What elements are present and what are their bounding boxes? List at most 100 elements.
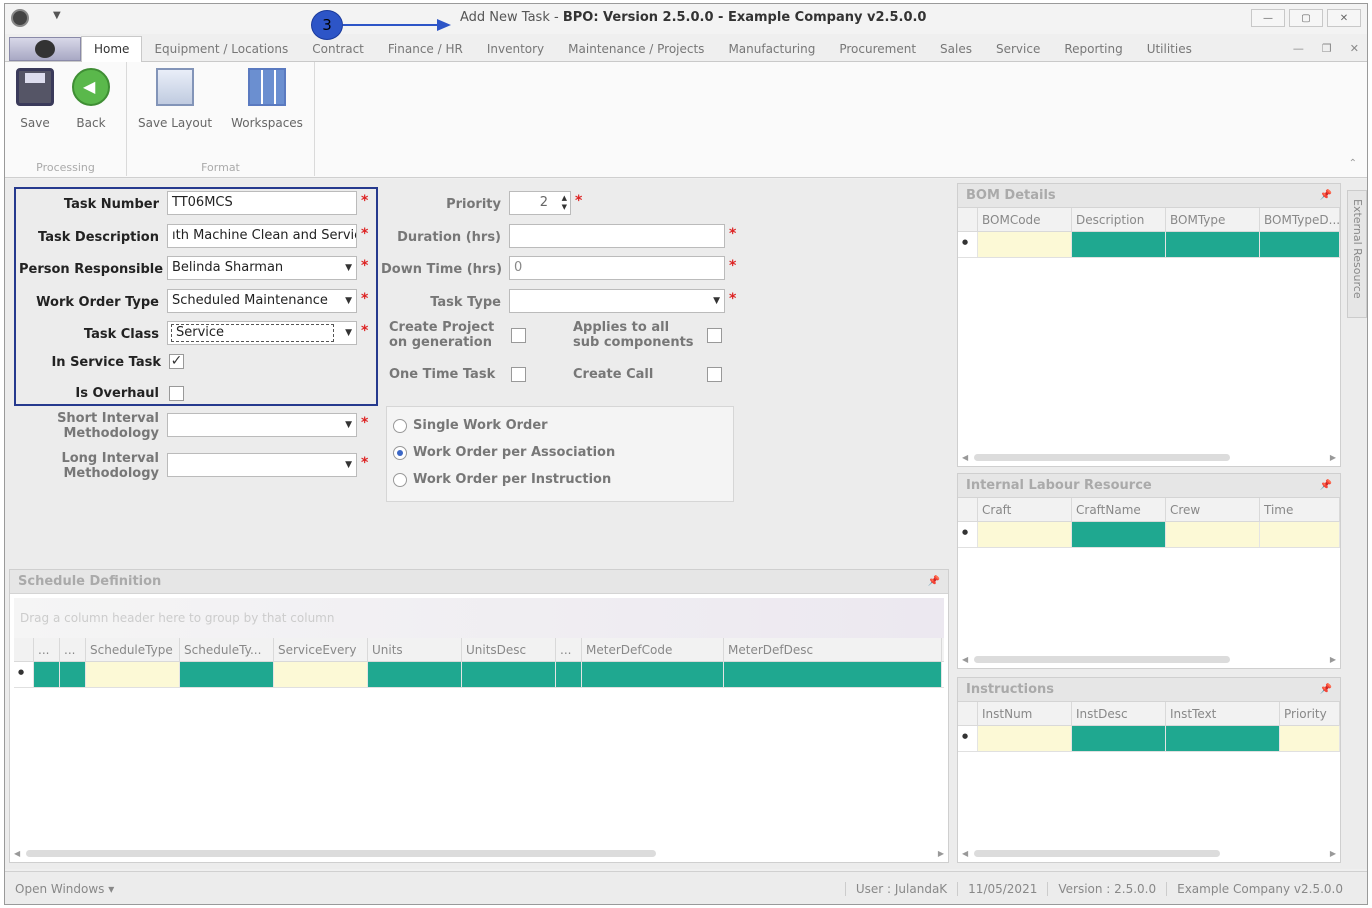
pin-icon[interactable]: 📌: [928, 570, 940, 594]
column-header[interactable]: BOMTypeD...: [1260, 208, 1340, 231]
scroll-thumb[interactable]: [26, 849, 657, 857]
column-header[interactable]: Crew: [1166, 498, 1260, 521]
spinner-arrows-icon[interactable]: ▲ ▼: [562, 194, 567, 212]
radio-work-order-per-association[interactable]: Work Order per Association: [393, 445, 615, 460]
instructions-grid-header: InstNum InstDesc InstText Priority: [958, 702, 1340, 726]
long-interval-select[interactable]: [167, 453, 357, 477]
scroll-left-icon[interactable]: ◀: [14, 849, 20, 858]
scroll-thumb[interactable]: [974, 453, 1231, 461]
priority-spinner[interactable]: 2 ▲ ▼: [509, 191, 571, 215]
application-menu-button[interactable]: [9, 37, 81, 61]
person-responsible-select[interactable]: Belinda Sharman: [167, 256, 357, 280]
duration-input[interactable]: [509, 224, 725, 248]
tab-finance-hr[interactable]: Finance / HR: [376, 37, 475, 61]
column-header[interactable]: InstNum: [978, 702, 1072, 725]
down-time-input[interactable]: 0: [509, 256, 725, 280]
pin-icon[interactable]: 📌: [1320, 184, 1332, 208]
horizontal-scrollbar[interactable]: ◀ ▶: [962, 847, 1336, 859]
scroll-left-icon[interactable]: ◀: [962, 453, 968, 462]
tab-sales[interactable]: Sales: [928, 37, 984, 61]
scroll-thumb[interactable]: [974, 655, 1231, 663]
save-button[interactable]: Save: [13, 68, 57, 130]
scroll-right-icon[interactable]: ▶: [938, 849, 944, 858]
radio-button[interactable]: [393, 445, 407, 460]
task-type-select[interactable]: [509, 289, 725, 313]
is-overhaul-checkbox[interactable]: [169, 386, 184, 401]
radio-button[interactable]: [393, 418, 407, 433]
horizontal-scrollbar[interactable]: ◀ ▶: [962, 653, 1336, 665]
work-order-type-select[interactable]: Scheduled Maintenance: [167, 289, 357, 313]
open-windows-button[interactable]: Open Windows ▾: [15, 882, 114, 896]
column-header[interactable]: Time: [1260, 498, 1340, 521]
pin-icon[interactable]: 📌: [1320, 474, 1332, 498]
column-header[interactable]: Priority: [1280, 702, 1340, 725]
column-header[interactable]: MeterDefCode: [582, 638, 724, 661]
task-class-select[interactable]: Service: [167, 321, 357, 345]
tab-home[interactable]: Home: [81, 36, 143, 62]
save-layout-button[interactable]: Save Layout: [135, 68, 215, 130]
tab-service[interactable]: Service: [984, 37, 1052, 61]
column-header[interactable]: BOMType: [1166, 208, 1260, 231]
back-button[interactable]: Back: [69, 68, 113, 130]
scroll-right-icon[interactable]: ▶: [1330, 849, 1336, 858]
radio-single-work-order[interactable]: Single Work Order: [393, 418, 548, 433]
column-header[interactable]: CraftName: [1072, 498, 1166, 521]
tab-manufacturing[interactable]: Manufacturing: [716, 37, 827, 61]
close-button[interactable]: ✕: [1327, 9, 1361, 27]
column-header[interactable]: MeterDefDesc: [724, 638, 942, 661]
scroll-thumb[interactable]: [974, 849, 1221, 857]
tab-contract[interactable]: Contract: [300, 37, 376, 61]
column-header[interactable]: InstText: [1166, 702, 1280, 725]
radio-button[interactable]: [393, 472, 407, 487]
tab-inventory[interactable]: Inventory: [475, 37, 556, 61]
task-number-input[interactable]: TT06MCS: [167, 191, 357, 215]
ribbon-collapse-icon[interactable]: ⌃: [1349, 158, 1357, 169]
radio-work-order-per-instruction[interactable]: Work Order per Instruction: [393, 472, 611, 487]
pin-icon[interactable]: 📌: [1320, 678, 1332, 702]
scroll-right-icon[interactable]: ▶: [1330, 655, 1336, 664]
table-row[interactable]: [958, 726, 1340, 752]
app-logo-icon[interactable]: [11, 9, 29, 27]
create-call-checkbox[interactable]: [707, 367, 722, 382]
workspaces-button[interactable]: Workspaces: [227, 68, 307, 130]
mdi-restore-icon[interactable]: ❐: [1322, 42, 1332, 55]
horizontal-scrollbar[interactable]: ◀ ▶: [962, 451, 1336, 463]
horizontal-scrollbar[interactable]: ◀ ▶: [14, 847, 944, 859]
table-row[interactable]: [958, 232, 1340, 258]
one-time-task-checkbox[interactable]: [511, 367, 526, 382]
maximize-button[interactable]: ▢: [1289, 9, 1323, 27]
status-date: 11/05/2021: [957, 882, 1047, 896]
tab-reporting[interactable]: Reporting: [1052, 37, 1134, 61]
column-header[interactable]: Description: [1072, 208, 1166, 231]
column-header[interactable]: ScheduleType: [86, 638, 180, 661]
column-header[interactable]: ...: [34, 638, 60, 661]
column-header[interactable]: BOMCode: [978, 208, 1072, 231]
create-project-checkbox[interactable]: [511, 328, 526, 343]
table-row[interactable]: [14, 662, 944, 688]
column-header[interactable]: ScheduleTy...: [180, 638, 274, 661]
table-row[interactable]: [958, 522, 1340, 548]
scroll-right-icon[interactable]: ▶: [1330, 453, 1336, 462]
tab-maintenance-projects[interactable]: Maintenance / Projects: [556, 37, 716, 61]
column-header[interactable]: Units: [368, 638, 462, 661]
task-description-input[interactable]: ıth Machine Clean and Service: [167, 224, 357, 248]
external-resource-side-tab[interactable]: External Resource: [1347, 190, 1367, 318]
quick-access-dropdown-icon[interactable]: ▼: [53, 10, 61, 21]
applies-sub-checkbox[interactable]: [707, 328, 722, 343]
tab-utilities[interactable]: Utilities: [1135, 37, 1204, 61]
mdi-minimize-icon[interactable]: —: [1293, 42, 1304, 55]
short-interval-select[interactable]: [167, 413, 357, 437]
column-header[interactable]: InstDesc: [1072, 702, 1166, 725]
scroll-left-icon[interactable]: ◀: [962, 655, 968, 664]
mdi-close-icon[interactable]: ✕: [1350, 42, 1359, 55]
column-header[interactable]: ...: [60, 638, 86, 661]
column-header[interactable]: ServiceEvery: [274, 638, 368, 661]
in-service-task-checkbox[interactable]: ✓: [169, 354, 184, 369]
column-header[interactable]: UnitsDesc: [462, 638, 556, 661]
tab-procurement[interactable]: Procurement: [827, 37, 928, 61]
scroll-left-icon[interactable]: ◀: [962, 849, 968, 858]
tab-equipment-locations[interactable]: Equipment / Locations: [142, 37, 300, 61]
minimize-button[interactable]: —: [1251, 9, 1285, 27]
column-header[interactable]: Craft: [978, 498, 1072, 521]
column-header[interactable]: ...: [556, 638, 582, 661]
